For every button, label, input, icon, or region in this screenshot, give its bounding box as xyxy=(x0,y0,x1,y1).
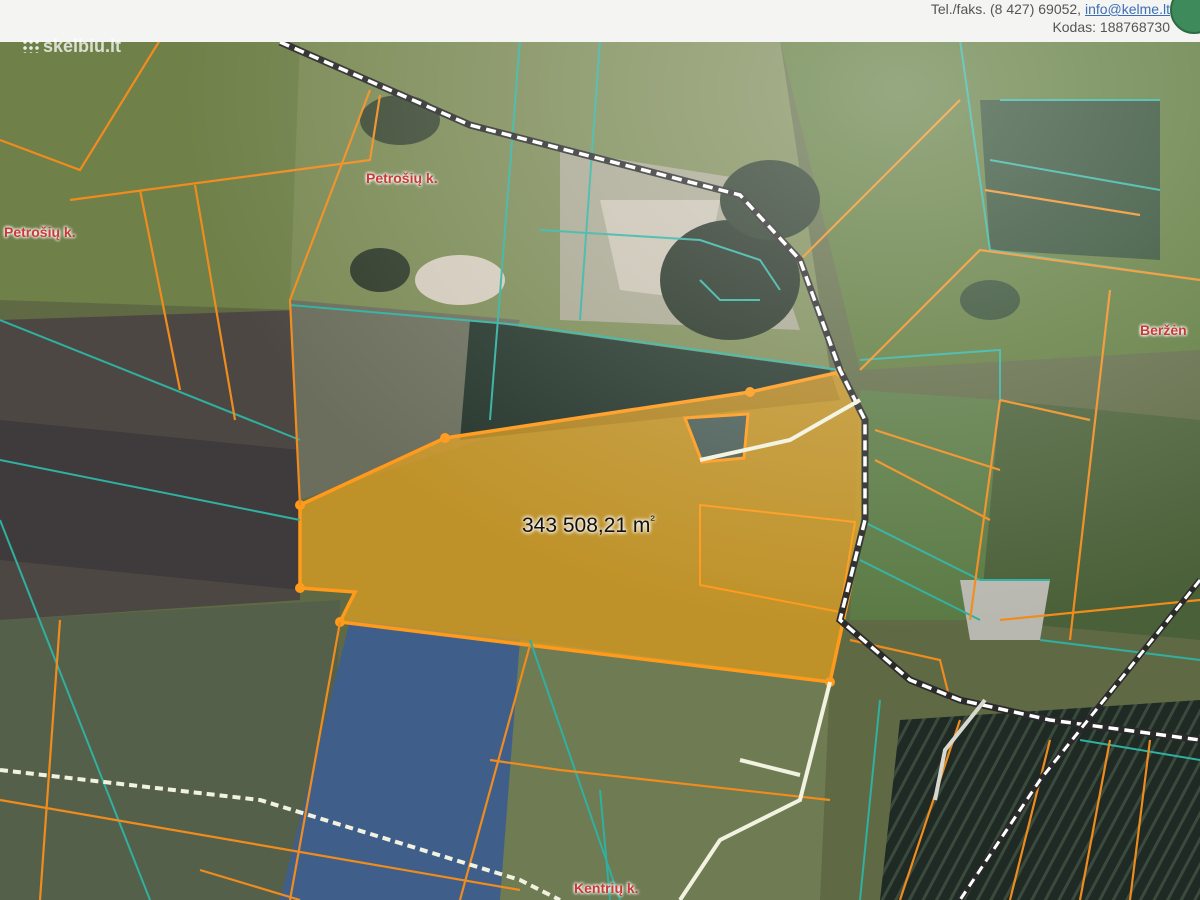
watermark: skelbiu.lt xyxy=(22,36,121,57)
header-contact: Tel./faks. (8 427) 69052, info@kelme.lt xyxy=(931,0,1170,18)
place-label-petrosiu-left: Petrošių k. xyxy=(4,224,76,240)
municipality-logo xyxy=(1170,0,1200,34)
company-code: Kodas: 188768730 xyxy=(1052,19,1170,35)
cadastral-map[interactable] xyxy=(0,0,1200,900)
parcel-area-label: 343 508,21 m² xyxy=(522,512,655,538)
area-unit: ² xyxy=(650,512,655,527)
screen-glare xyxy=(0,0,1200,900)
watermark-dots-icon xyxy=(22,39,40,53)
place-label-petrosiu-top: Petrošių k. xyxy=(366,170,438,186)
header-bar: Tel./faks. (8 427) 69052, info@kelme.lt … xyxy=(0,0,1200,42)
contact-phone: Tel./faks. (8 427) 69052, xyxy=(930,1,1082,17)
place-label-berzenai: Beržėn xyxy=(1140,322,1187,338)
area-value: 343 508,21 m xyxy=(522,514,651,537)
contact-email-link[interactable]: info@kelme.lt xyxy=(1085,1,1170,17)
place-label-kentriu: Kentrių k. xyxy=(574,880,639,896)
watermark-text: skelbiu.lt xyxy=(43,36,122,56)
